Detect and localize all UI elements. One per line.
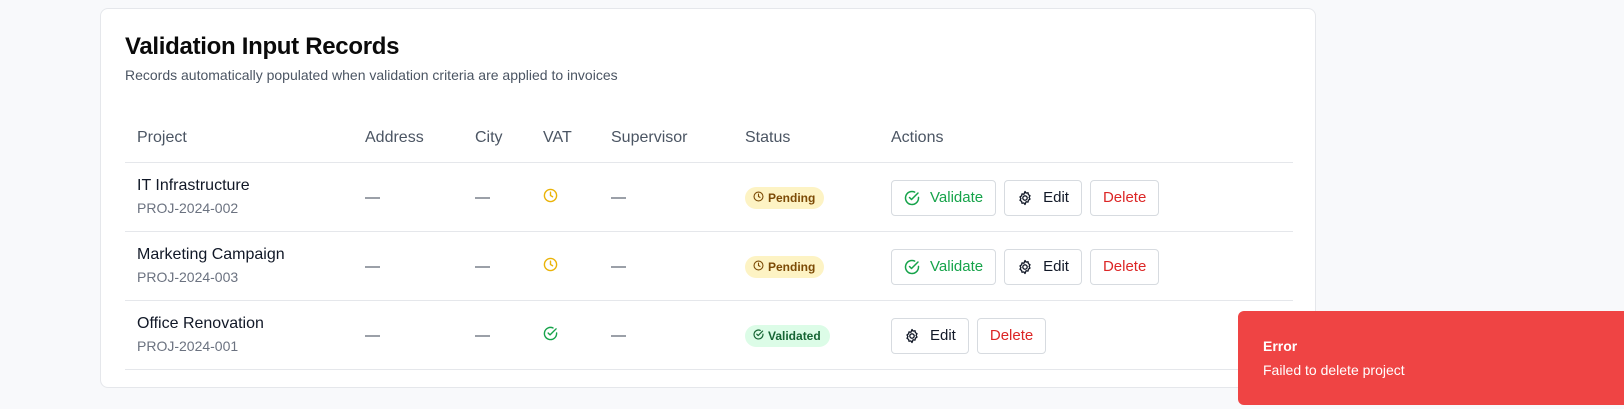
header-address: Address (365, 129, 424, 146)
gear-icon (1017, 190, 1033, 206)
validate-button[interactable]: Validate (891, 179, 997, 216)
edit-label: Edit (1043, 189, 1069, 206)
validate-label: Validate (930, 258, 984, 275)
clock-icon (543, 188, 558, 208)
supervisor-value: — (611, 189, 626, 206)
delete-button[interactable]: Delete (976, 317, 1047, 354)
project-name: Marketing Campaign (137, 246, 285, 263)
table-header: Project Address City VAT Supervisor Stat… (125, 111, 1293, 163)
header-vat: VAT (543, 129, 572, 146)
project-code: PROJ-2024-001 (137, 338, 239, 354)
clock-icon (543, 257, 558, 277)
project-name: IT Infrastructure (137, 177, 250, 194)
check-circle-icon (753, 328, 764, 343)
check-circle-icon (904, 259, 920, 275)
status-label: Pending (768, 190, 816, 205)
header-actions: Actions (891, 129, 944, 146)
project-code: PROJ-2024-002 (137, 200, 239, 216)
supervisor-value: — (611, 258, 626, 275)
records-table: Project Address City VAT Supervisor Stat… (125, 111, 1293, 370)
city-value: — (475, 189, 490, 206)
clock-icon (753, 259, 764, 274)
validate-label: Validate (930, 189, 984, 206)
delete-button[interactable]: Delete (1089, 248, 1160, 285)
validation-records-card: Validation Input Records Records automat… (100, 8, 1316, 388)
edit-label: Edit (1043, 258, 1069, 275)
address-value: — (365, 327, 380, 344)
address-value: — (365, 189, 380, 206)
edit-button[interactable]: Edit (891, 317, 969, 354)
toast-title: Error (1263, 338, 1298, 354)
error-toast[interactable]: Error Failed to delete project (1238, 311, 1624, 405)
table-row: Office Renovation PROJ-2024-001 — — — Va… (125, 301, 1293, 370)
header-supervisor: Supervisor (611, 129, 688, 146)
status-label: Pending (768, 259, 816, 274)
check-circle-icon (904, 190, 920, 206)
check-circle-icon (543, 326, 558, 346)
card-subtitle: Records automatically populated when val… (125, 67, 618, 83)
clock-icon (753, 190, 764, 205)
delete-label: Delete (989, 327, 1034, 344)
delete-button[interactable]: Delete (1089, 179, 1160, 216)
supervisor-value: — (611, 327, 626, 344)
header-project: Project (137, 129, 187, 146)
edit-button[interactable]: Edit (1004, 179, 1082, 216)
status-label: Validated (768, 328, 821, 343)
status-badge: Pending (745, 255, 825, 278)
city-value: — (475, 327, 490, 344)
status-badge: Pending (745, 186, 825, 209)
card-title: Validation Input Records (125, 33, 400, 60)
project-name: Office Renovation (137, 315, 264, 332)
header-city: City (475, 129, 503, 146)
delete-label: Delete (1102, 189, 1147, 206)
toast-message: Failed to delete project (1263, 362, 1405, 378)
delete-label: Delete (1102, 258, 1147, 275)
city-value: — (475, 258, 490, 275)
validate-button[interactable]: Validate (891, 248, 997, 285)
project-code: PROJ-2024-003 (137, 269, 239, 285)
edit-button[interactable]: Edit (1004, 248, 1082, 285)
status-badge: Validated (745, 324, 830, 347)
table-row: IT Infrastructure PROJ-2024-002 — — — Pe… (125, 163, 1293, 232)
table-row: Marketing Campaign PROJ-2024-003 — — — P… (125, 232, 1293, 301)
header-status: Status (745, 129, 791, 146)
edit-label: Edit (930, 327, 956, 344)
gear-icon (904, 328, 920, 344)
address-value: — (365, 258, 380, 275)
gear-icon (1017, 259, 1033, 275)
